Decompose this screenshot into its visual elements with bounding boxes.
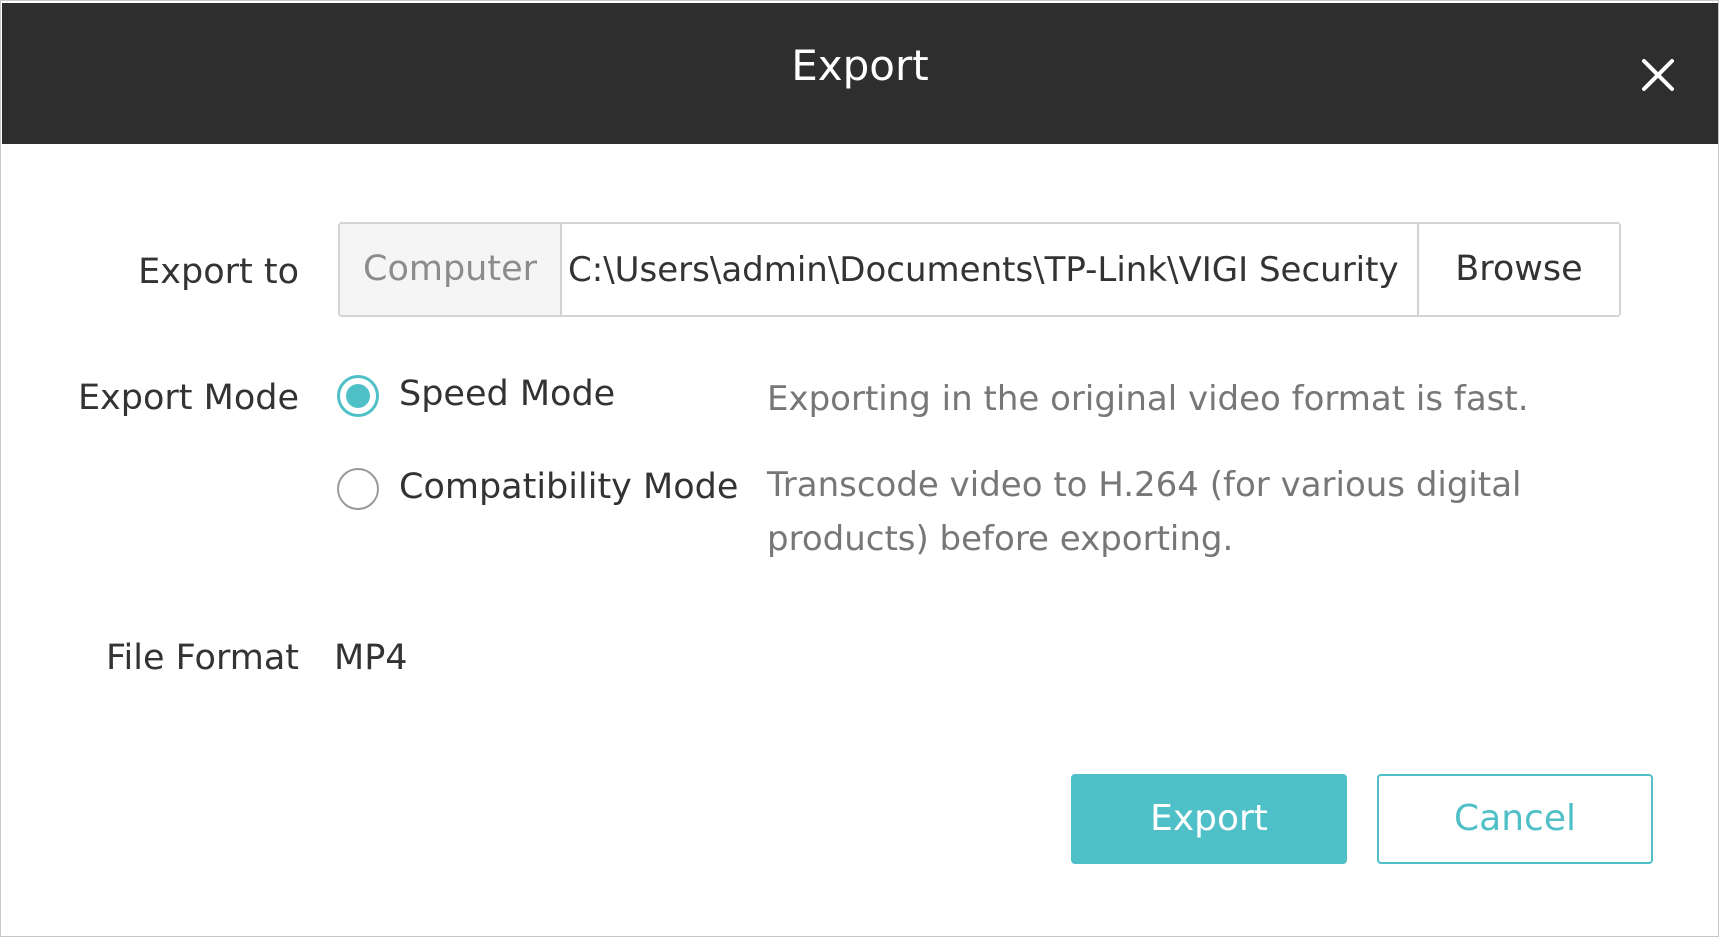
export-dialog: Export Export to Computer Browse Export … bbox=[0, 0, 1719, 937]
cancel-button[interactable]: Cancel bbox=[1377, 774, 1653, 864]
speed-mode-description: Exporting in the original video format i… bbox=[767, 379, 1529, 419]
compatibility-mode-description: Transcode video to H.264 (for various di… bbox=[767, 465, 1522, 559]
export-path-group: Computer Browse bbox=[338, 222, 1621, 317]
close-button[interactable] bbox=[1632, 49, 1684, 101]
export-path-input[interactable] bbox=[562, 224, 1420, 315]
file-format-value: MP4 bbox=[334, 638, 408, 678]
file-format-label: File Format bbox=[105, 638, 299, 678]
compatibility-mode-label: Compatibility Mode bbox=[399, 467, 739, 507]
browse-button[interactable]: Browse bbox=[1417, 224, 1619, 315]
speed-mode-radio[interactable] bbox=[337, 375, 379, 417]
compatibility-mode-radio[interactable] bbox=[337, 468, 379, 510]
dialog-title: Export bbox=[791, 41, 929, 90]
speed-mode-label: Speed Mode bbox=[399, 374, 616, 414]
export-mode-label: Export Mode bbox=[77, 378, 299, 418]
export-to-label: Export to bbox=[138, 252, 299, 292]
close-icon bbox=[1642, 59, 1674, 91]
export-button[interactable]: Export bbox=[1071, 774, 1347, 864]
dialog-header: Export bbox=[2, 3, 1718, 144]
location-addon: Computer bbox=[340, 224, 562, 315]
